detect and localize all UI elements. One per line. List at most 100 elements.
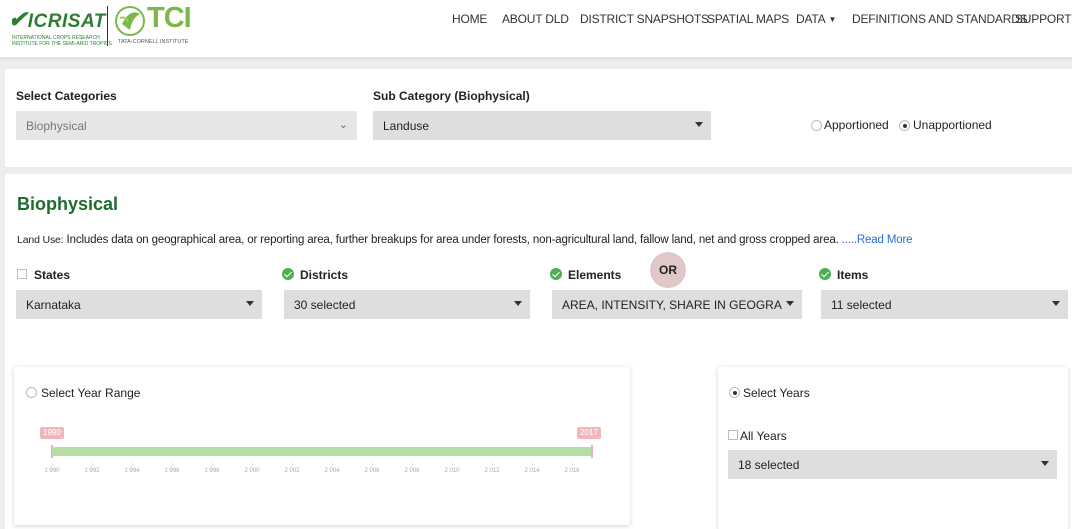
slider-tick-label: 2 004 bbox=[324, 468, 340, 474]
description-text: Includes data on geographical area, or r… bbox=[63, 234, 842, 246]
slider-tick-label: 2 006 bbox=[364, 468, 380, 474]
site-header: ✔ICRISAT INTERNATIONAL CROPS RESEARCH IN… bbox=[0, 0, 1072, 58]
nav-spatial-maps[interactable]: SPATIAL MAPS bbox=[707, 12, 789, 26]
items-check-icon[interactable] bbox=[819, 268, 831, 280]
year-slider-track[interactable] bbox=[52, 447, 592, 456]
dropdown-arrow-icon bbox=[1041, 461, 1049, 466]
section-title: Biophysical bbox=[17, 194, 119, 214]
nav-district-snapshots[interactable]: DISTRICT SNAPSHOTS bbox=[580, 12, 709, 26]
slider-tick-label: 1 996 bbox=[164, 468, 180, 474]
icrisat-tagline-2: INSTITUTE FOR THE SEMI-ARID TROPICS bbox=[12, 41, 112, 47]
slider-tick-label: 1 998 bbox=[204, 468, 220, 474]
items-label: Items bbox=[837, 268, 869, 282]
nav-home[interactable]: HOME bbox=[452, 12, 487, 26]
section-description: Land Use: Includes data on geographical … bbox=[17, 234, 913, 246]
states-value: Karnataka bbox=[26, 298, 81, 312]
year-range-label: Select Year Range bbox=[41, 386, 141, 400]
dropdown-arrow-icon bbox=[514, 301, 522, 306]
all-years-checkbox[interactable] bbox=[728, 430, 738, 440]
districts-value: 30 selected bbox=[294, 298, 356, 312]
categories-value: Biophysical bbox=[26, 119, 87, 133]
slider-tick bbox=[532, 463, 533, 466]
subcategory-value: Landuse bbox=[383, 119, 430, 133]
states-checkbox[interactable] bbox=[17, 269, 27, 279]
slider-tick-label: 1 992 bbox=[84, 468, 100, 474]
slider-tick-label: 2 000 bbox=[244, 468, 260, 474]
tci-leaf-icon bbox=[115, 6, 145, 36]
dropdown-arrow-icon bbox=[246, 301, 254, 306]
tci-logo[interactable]: TCI TATA-CORNELL INSTITUTE bbox=[114, 2, 194, 48]
tci-wordmark: TCI bbox=[147, 2, 192, 34]
category-filter-panel: Select Categories Biophysical ⌄ Sub Cate… bbox=[5, 69, 1072, 167]
select-years-radio[interactable] bbox=[729, 387, 740, 398]
year-range-radio[interactable] bbox=[26, 387, 37, 398]
logo-divider bbox=[107, 6, 108, 46]
slider-tick bbox=[252, 463, 253, 466]
slider-tick bbox=[452, 463, 453, 466]
year-range-card: Select Year Range 1990 2017 1 990 1 992 1 … bbox=[14, 367, 630, 525]
states-select[interactable]: Karnataka bbox=[16, 290, 262, 319]
slider-tick-label: 1 994 bbox=[124, 468, 140, 474]
select-years-card: Select Years All Years 18 selected bbox=[718, 367, 1068, 529]
unapportioned-radio[interactable] bbox=[899, 120, 910, 131]
icrisat-logo[interactable]: ✔ICRISAT INTERNATIONAL CROPS RESEARCH IN… bbox=[8, 4, 112, 48]
subcategory-label: Sub Category (Biophysical) bbox=[373, 89, 530, 103]
elements-value: AREA, INTENSITY, SHARE IN GEOGRAP... bbox=[562, 298, 782, 312]
slider-tick bbox=[492, 463, 493, 466]
nav-support[interactable]: SUPPORT bbox=[1015, 12, 1072, 26]
slider-tick bbox=[372, 463, 373, 466]
slider-max-tag: 2017 bbox=[577, 427, 601, 439]
years-select[interactable]: 18 selected bbox=[728, 450, 1057, 479]
districts-check-icon[interactable] bbox=[282, 268, 294, 280]
slider-tick bbox=[332, 463, 333, 466]
slider-tick-label: 1 990 bbox=[44, 468, 60, 474]
nav-data-label: DATA bbox=[796, 12, 826, 26]
nav-definitions-and-standards[interactable]: DEFINITIONS AND STANDARDS bbox=[852, 12, 1028, 26]
chevron-down-icon: ⌄ bbox=[338, 119, 348, 131]
elements-check-icon[interactable] bbox=[550, 268, 562, 280]
districts-select[interactable]: 30 selected bbox=[284, 290, 530, 319]
icrisat-wordmark: ✔ICRISAT bbox=[8, 6, 106, 32]
select-years-label: Select Years bbox=[743, 386, 810, 400]
nav-about-dld[interactable]: ABOUT DLD bbox=[502, 12, 569, 26]
elements-select[interactable]: AREA, INTENSITY, SHARE IN GEOGRAP... bbox=[552, 290, 802, 319]
caret-down-icon: ▼ bbox=[828, 15, 837, 24]
slider-tick bbox=[92, 463, 93, 466]
elements-label: Elements bbox=[568, 268, 622, 282]
slider-tick bbox=[172, 463, 173, 466]
categories-select[interactable]: Biophysical ⌄ bbox=[16, 111, 357, 140]
slider-min-tag: 1990 bbox=[40, 427, 64, 439]
dropdown-arrow-icon bbox=[1052, 301, 1060, 306]
tci-tagline: TATA-CORNELL INSTITUTE bbox=[118, 39, 189, 45]
years-value: 18 selected bbox=[738, 458, 800, 472]
nav-data[interactable]: DATA ▼ bbox=[796, 12, 836, 26]
description-lead: Land Use: bbox=[17, 234, 64, 246]
dropdown-arrow-icon bbox=[786, 301, 794, 306]
unapportioned-label: Unapportioned bbox=[913, 118, 992, 132]
slider-ticks: 1 990 1 992 1 994 1 996 1 998 2 000 2 002 2 004… bbox=[44, 463, 592, 477]
slider-tick bbox=[292, 463, 293, 466]
slider-tick bbox=[412, 463, 413, 466]
dropdown-arrow-icon bbox=[695, 122, 703, 127]
or-divider: OR bbox=[650, 252, 686, 288]
slider-tick-label: 2 010 bbox=[444, 468, 460, 474]
items-value: 11 selected bbox=[831, 298, 892, 312]
slider-tick-label: 2 012 bbox=[484, 468, 500, 474]
apportioned-label: Apportioned bbox=[824, 118, 889, 132]
items-select[interactable]: 11 selected bbox=[821, 290, 1068, 319]
apportioned-radio[interactable] bbox=[811, 120, 822, 131]
states-label: States bbox=[34, 268, 71, 282]
slider-tick bbox=[52, 463, 53, 466]
categories-label: Select Categories bbox=[16, 89, 117, 103]
districts-label: Districts bbox=[300, 268, 349, 282]
slider-tick-label: 2 008 bbox=[404, 468, 420, 474]
all-years-label: All Years bbox=[740, 429, 787, 443]
read-more-link[interactable]: .....Read More bbox=[842, 234, 913, 246]
slider-tick-label: 2 002 bbox=[284, 468, 300, 474]
slider-tick-label: 2 014 bbox=[524, 468, 540, 474]
slider-tick bbox=[212, 463, 213, 466]
slider-tick bbox=[572, 463, 573, 466]
slider-tick bbox=[132, 463, 133, 466]
slider-max-handle[interactable] bbox=[591, 445, 593, 458]
subcategory-select[interactable]: Landuse bbox=[373, 111, 711, 140]
